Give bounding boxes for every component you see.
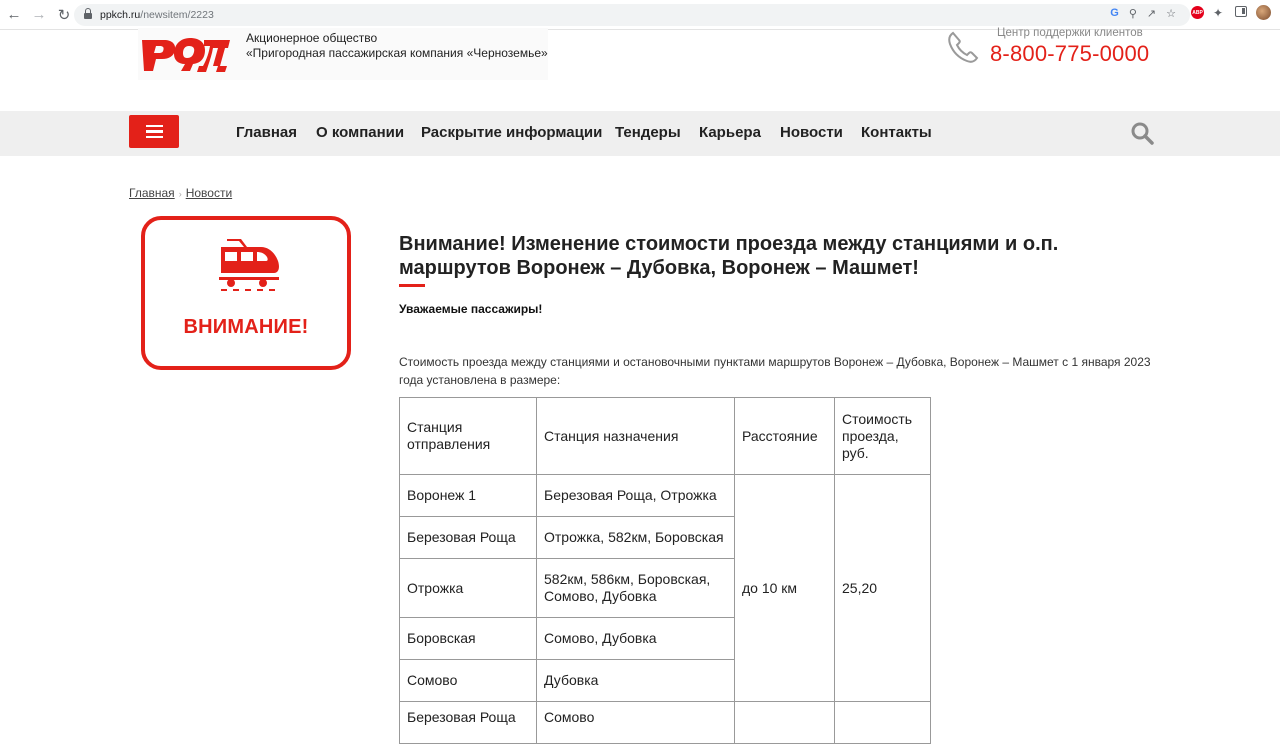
breadcrumb-home[interactable]: Главная xyxy=(129,186,175,200)
nav-item-disclosure[interactable]: Раскрытие информации xyxy=(421,124,602,141)
distance-cell: до 10 км xyxy=(734,474,835,702)
table-row: Березовая Роща Сомово xyxy=(399,701,931,744)
hamburger-menu-button[interactable] xyxy=(129,115,179,148)
from-station-cell: Воронеж 1 xyxy=(399,474,537,517)
title-underline xyxy=(399,284,425,287)
phone-icon xyxy=(948,31,979,63)
table-row: Воронеж 1 Березовая Роща, Отрожка до 10 … xyxy=(399,474,931,702)
extensions-icon[interactable]: ✦ xyxy=(1213,6,1223,20)
price-cell: 25,20 xyxy=(834,474,931,702)
to-station-cell: Березовая Роща, Отрожка xyxy=(536,474,735,517)
to-station-cell: 582км, 586км, Боровская, Сомово, Дубовка xyxy=(536,558,735,618)
price-cell xyxy=(834,701,931,744)
breadcrumb: Главная › Новости xyxy=(129,186,232,200)
nav-item-home[interactable]: Главная xyxy=(236,124,297,141)
google-icon[interactable]: G xyxy=(1110,7,1119,20)
from-station-cell: Березовая Роща xyxy=(399,701,537,744)
breadcrumb-news[interactable]: Новости xyxy=(186,186,232,200)
bookmark-star-icon[interactable]: ☆ xyxy=(1166,7,1176,20)
breadcrumb-separator: › xyxy=(178,189,182,199)
menu-line xyxy=(145,135,163,139)
menu-line xyxy=(145,124,163,128)
share-icon[interactable]: ↗ xyxy=(1147,7,1156,20)
table-header-cell: Станция назначения xyxy=(536,397,735,475)
adblock-icon[interactable]: ABP xyxy=(1191,6,1204,19)
table-header-row: Станция отправления Станция назначения Р… xyxy=(399,397,931,475)
attention-text: ВНИМАНИЕ! xyxy=(183,316,309,338)
lock-icon xyxy=(84,7,92,20)
zoom-icon[interactable]: ⚲ xyxy=(1129,7,1137,20)
from-station-cell: Боровская xyxy=(399,617,537,660)
to-station-cell: Сомово xyxy=(536,701,735,744)
to-station-cell: Дубовка xyxy=(536,659,735,702)
nav-item-news[interactable]: Новости xyxy=(780,124,843,141)
url-text: ppkch.ru/newsitem/2223 xyxy=(100,9,214,21)
profile-avatar[interactable] xyxy=(1256,5,1271,20)
table-header-cell: Расстояние xyxy=(734,397,835,475)
table-header-cell: Станция отправления xyxy=(399,397,537,475)
support-phone[interactable]: 8-800-775-0000 xyxy=(990,41,1149,67)
train-icon xyxy=(219,239,279,291)
to-station-cell: Сомово, Дубовка xyxy=(536,617,735,660)
browser-toolbar: ← → ↻ ppkch.ru/newsitem/2223 G ⚲ ↗ ☆ ABP… xyxy=(0,0,1280,30)
nav-item-contacts[interactable]: Контакты xyxy=(861,124,932,141)
article-greeting: Уважаемые пассажиры! xyxy=(399,302,543,316)
company-name-line2: «Пригородная пассажирская компания «Черн… xyxy=(246,46,548,60)
article-title: Внимание! Изменение стоимости проезда ме… xyxy=(399,233,1059,279)
side-panel-icon[interactable] xyxy=(1235,6,1247,17)
fare-table: Станция отправления Станция назначения Р… xyxy=(399,397,931,744)
support-label: Центр поддержки клиентов xyxy=(997,27,1143,39)
distance-cell xyxy=(734,701,835,744)
nav-item-career[interactable]: Карьера xyxy=(699,124,761,141)
attention-image: ВНИМАНИЕ! xyxy=(141,216,351,370)
menu-line xyxy=(145,130,163,133)
from-station-cell: Сомово xyxy=(399,659,537,702)
address-bar[interactable]: ppkch.ru/newsitem/2223 G ⚲ ↗ ☆ xyxy=(74,4,1190,26)
back-icon[interactable]: ← xyxy=(3,4,25,26)
article-intro: Стоимость проезда между станциями и оста… xyxy=(399,355,1151,387)
nav-item-about[interactable]: О компании xyxy=(316,124,404,141)
company-name-line1: Акционерное общество xyxy=(246,31,378,45)
from-station-cell: Березовая Роща xyxy=(399,516,537,559)
from-station-cell: Отрожка xyxy=(399,558,537,618)
to-station-cell: Отрожка, 582км, Боровская xyxy=(536,516,735,559)
rzd-logo[interactable] xyxy=(140,30,234,72)
nav-item-tenders[interactable]: Тендеры xyxy=(615,124,681,141)
forward-icon[interactable]: → xyxy=(28,4,50,26)
table-header-cell: Стоимость проезда, руб. xyxy=(834,397,931,475)
reload-icon[interactable]: ↻ xyxy=(53,4,75,26)
search-icon[interactable] xyxy=(1130,121,1154,145)
